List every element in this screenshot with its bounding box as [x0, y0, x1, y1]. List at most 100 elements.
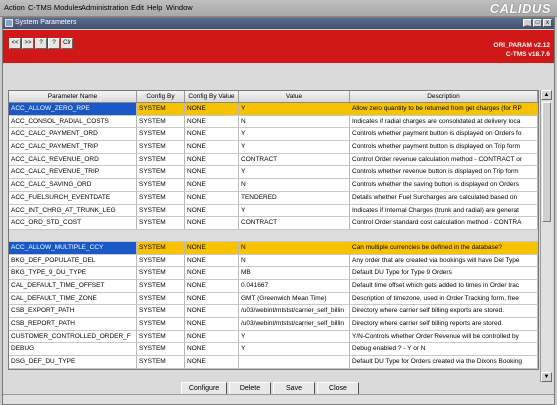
config-by-cell[interactable]: SYSTEM [137, 254, 185, 267]
value-cell[interactable]: TENDERED [239, 191, 350, 204]
config-by-value-cell[interactable]: NONE [185, 330, 239, 343]
description-cell[interactable]: Controls whether payment button is displ… [350, 128, 538, 141]
menu-window[interactable]: Window [166, 3, 193, 12]
description-cell[interactable]: Description of timezone, used in Order T… [350, 292, 538, 305]
table-row[interactable]: ACC_CONSOL_RADIAL_COSTS SYSTEM NONE N Indica… [9, 115, 538, 129]
parameter-name-cell[interactable]: DSG_DEF_DU_TYPE [9, 356, 137, 368]
menu-action[interactable]: Action [4, 3, 25, 12]
description-cell[interactable]: Details whether Fuel Surcharges are calc… [350, 191, 538, 204]
description-cell[interactable]: Default DU Type for Orders created via t… [350, 356, 538, 368]
table-row[interactable]: ACC_ALLOW_MULTIPLE_CCY SYSTEM NONE N Can mul… [9, 241, 538, 255]
value-cell[interactable]: GMT (Greenwich Mean Time) [239, 292, 350, 305]
parameter-name-cell[interactable]: ACC_INT_CHRG_AT_TRUNK_LEG [9, 204, 137, 217]
config-by-value-cell[interactable]: NONE [185, 153, 239, 166]
value-cell[interactable]: N [239, 179, 350, 191]
config-by-cell[interactable]: SYSTEM [137, 153, 185, 166]
value-cell[interactable]: N [239, 115, 350, 128]
config-by-value-cell[interactable]: NONE [185, 217, 239, 229]
value-cell[interactable]: MB [239, 267, 350, 279]
table-row[interactable]: ACC_CALC_REVENUE_ORD SYSTEM NONE CONTRACT Co… [9, 153, 538, 167]
scroll-thumb[interactable] [542, 102, 551, 222]
description-cell[interactable]: Indicates if Internal Charges (trunk and… [350, 204, 538, 217]
clear-button[interactable]: Clr [61, 38, 73, 49]
parameter-name-cell[interactable]: DEBUG [9, 343, 137, 356]
table-row[interactable]: ACC_CALC_PAYMENT_ORD SYSTEM NONE Y Controls … [9, 128, 538, 142]
value-cell[interactable]: Y [239, 128, 350, 141]
table-row[interactable]: ACC_FUELSURCH_EVENTDATE SYSTEM NONE TENDERE… [9, 191, 538, 205]
parameter-name-cell[interactable]: ACC_ALLOW_ZERO_RPE [9, 103, 137, 115]
col-header-description[interactable]: Description [350, 91, 538, 102]
value-cell[interactable]: CONTRACT [239, 217, 350, 229]
config-by-cell[interactable]: SYSTEM [137, 128, 185, 141]
config-by-value-cell[interactable]: NONE [185, 204, 239, 217]
parameter-name-cell[interactable]: CSB_REPORT_PATH [9, 318, 137, 330]
config-by-value-cell[interactable]: NONE [185, 279, 239, 292]
table-row[interactable]: ACC_ORD_STD_COST SYSTEM NONE CONTRACT Contro… [9, 217, 538, 230]
parameter-name-cell[interactable]: ACC_CONSOL_RADIAL_COSTS [9, 115, 137, 128]
config-by-value-cell[interactable]: NONE [185, 141, 239, 153]
help-button-2[interactable]: ? [48, 38, 60, 49]
value-cell[interactable]: Y [239, 343, 350, 356]
config-by-value-cell[interactable]: NONE [185, 191, 239, 204]
menu-ctms-modules[interactable]: C-TMS Modules [28, 3, 82, 12]
table-row[interactable]: ACC_ALLOW_ZERO_RPE SYSTEM NONE Y Allow zero … [9, 103, 538, 116]
table-row[interactable]: DEBUG SYSTEM NONE Y Debug enabled ? - Y or N [9, 343, 538, 357]
config-by-value-cell[interactable]: NONE [185, 267, 239, 279]
table-row[interactable]: CSB_EXPORT_PATH SYSTEM NONE/u03/webint/mts… [9, 305, 538, 318]
config-by-cell[interactable]: SYSTEM [137, 305, 185, 317]
value-cell[interactable]: Y [239, 166, 350, 179]
value-cell[interactable]: Y [239, 141, 350, 153]
scroll-up-icon[interactable]: ▲ [541, 90, 552, 100]
description-cell[interactable]: Can multiple currencies be defined in th… [350, 241, 538, 254]
horizontal-scrollbar[interactable] [3, 394, 554, 404]
config-by-value-cell[interactable]: NONE [185, 292, 239, 305]
menu-administration[interactable]: Administration [81, 3, 129, 12]
config-by-value-cell[interactable]: NONE [185, 356, 239, 368]
description-cell[interactable]: Directory where carrier self billing rep… [350, 318, 538, 330]
description-cell[interactable]: Any order that are created via bookings … [350, 254, 538, 267]
description-cell[interactable]: Default DU Type for Type 9 Orders [350, 267, 538, 279]
table-row[interactable]: CAL_DEFAULT_TIME_ZONE SYSTEM NONE GMT (Gree… [9, 292, 538, 306]
table-row[interactable]: ACC_CALC_SAVING_ORD SYSTEM NONE N Controls w… [9, 179, 538, 192]
parameter-name-cell[interactable]: ACC_CALC_REVENUE_TRIP [9, 166, 137, 179]
config-by-value-cell[interactable]: NONE [185, 241, 239, 254]
config-by-value-cell[interactable]: NONE [185, 318, 239, 330]
description-cell[interactable]: Controls whether payment button is displ… [350, 141, 538, 153]
description-cell[interactable]: Allow zero quantity to be returned from … [350, 103, 538, 115]
parameter-name-cell[interactable]: ACC_ALLOW_MULTIPLE_CCY [9, 241, 137, 254]
scroll-down-icon[interactable]: ▼ [541, 372, 552, 382]
parameter-name-cell[interactable]: BKG_TYPE_9_DU_TYPE [9, 267, 137, 279]
config-by-cell[interactable]: SYSTEM [137, 267, 185, 279]
config-by-cell[interactable]: SYSTEM [137, 115, 185, 128]
parameter-name-cell[interactable]: CSB_EXPORT_PATH [9, 305, 137, 317]
parameter-name-cell[interactable]: ACC_FUELSURCH_EVENTDATE [9, 191, 137, 204]
config-by-cell[interactable]: SYSTEM [137, 217, 185, 229]
value-cell[interactable]: Y [239, 204, 350, 217]
help-button-1[interactable]: ? [35, 38, 47, 49]
table-row[interactable]: CSB_REPORT_PATH SYSTEM NONE/u03/webint/mts… [9, 318, 538, 331]
config-by-value-cell[interactable]: NONE [185, 115, 239, 128]
value-cell[interactable]: N [239, 254, 350, 267]
config-by-cell[interactable]: SYSTEM [137, 179, 185, 191]
menu-help[interactable]: Help [147, 3, 162, 12]
config-by-cell[interactable]: SYSTEM [137, 318, 185, 330]
minimize-icon[interactable]: _ [523, 19, 532, 27]
parameter-name-cell[interactable]: CUSTOMER_CONTROLLED_ORDER_F [9, 330, 137, 343]
first-record-button[interactable]: << [9, 38, 21, 49]
config-by-value-cell[interactable]: NONE [185, 254, 239, 267]
value-cell[interactable]: CONTRACT [239, 153, 350, 166]
config-by-value-cell[interactable]: NONE [185, 128, 239, 141]
table-row[interactable]: CAL_DEFAULT_TIME_OFFSET SYSTEM NONE 0.04166… [9, 279, 538, 293]
description-cell[interactable]: Debug enabled ? - Y or N [350, 343, 538, 356]
description-cell[interactable]: Default time offset which gets added to … [350, 279, 538, 292]
parameter-name-cell[interactable]: ACC_ORD_STD_COST [9, 217, 137, 229]
table-row[interactable]: ACC_CALC_REVENUE_TRIP SYSTEM NONE Y Controls… [9, 166, 538, 180]
parameter-name-cell[interactable]: BKG_DEF_POPULATE_DEL [9, 254, 137, 267]
last-record-button[interactable]: >> [22, 38, 34, 49]
config-by-cell[interactable]: SYSTEM [137, 241, 185, 254]
parameter-name-cell[interactable]: ACC_CALC_PAYMENT_TRIP [9, 141, 137, 153]
config-by-cell[interactable]: SYSTEM [137, 343, 185, 356]
vertical-scrollbar[interactable]: ▲ ▼ [540, 90, 552, 382]
value-cell[interactable]: /u03/webint/mtstst/carrier_self_billin [239, 318, 350, 330]
description-cell[interactable]: Control Order revenue calculation method… [350, 153, 538, 166]
